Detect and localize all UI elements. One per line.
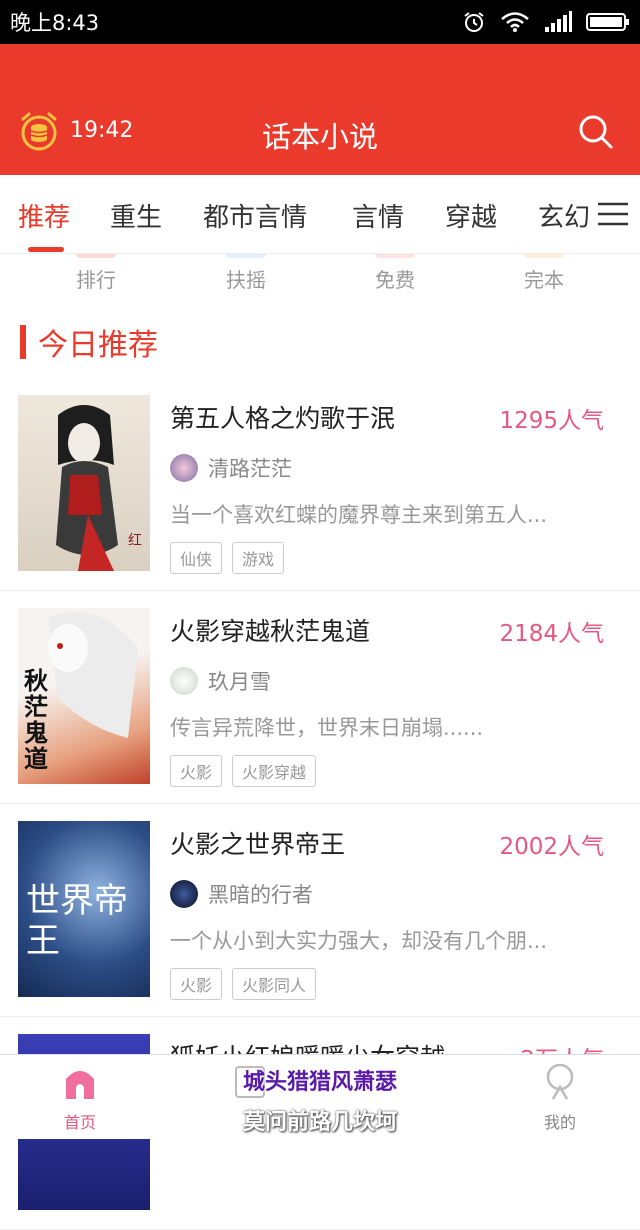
book-popularity: 1295人气: [499, 408, 604, 434]
book-tag[interactable]: 仙侠: [170, 542, 223, 574]
book-author: 清路茫茫: [170, 453, 292, 483]
book-author: 黑暗的行者: [170, 879, 313, 909]
tab-recommend[interactable]: 推荐: [18, 197, 70, 234]
battery-icon: [586, 13, 629, 31]
book-tags: 仙侠 游戏: [170, 542, 285, 574]
cover-title: 世界帝王: [26, 881, 128, 961]
book-item[interactable]: 世界帝王 火影之世界帝王 2002人气 黑暗的行者 一个从小到大实力强大，却没有…: [0, 803, 640, 1017]
quick-nav-finished[interactable]: 完本: [504, 264, 584, 293]
quick-nav: 排行 扶摇 免费 完本: [0, 254, 640, 300]
svg-text:红: 红: [128, 533, 142, 549]
section-title: 今日推荐: [38, 328, 158, 363]
book-cover: 世界帝王: [18, 821, 150, 997]
app-title: 话本小说: [261, 120, 378, 154]
author-avatar: [170, 880, 198, 908]
signal-icon: [545, 11, 572, 32]
book-description: 一个从小到大实力强大，却没有几个朋...: [170, 929, 548, 953]
book-tags: 火影 火影同人: [170, 968, 317, 1000]
book-tag[interactable]: 火影: [170, 968, 223, 1000]
section-header: 今日推荐: [20, 320, 158, 364]
quick-nav-fuyao[interactable]: 扶摇: [206, 264, 286, 293]
menu-icon[interactable]: [598, 202, 628, 226]
book-tag[interactable]: 游戏: [232, 542, 285, 574]
book-description: 当一个喜欢红蝶的魔界尊主来到第五人...: [170, 503, 548, 527]
author-avatar: [170, 667, 198, 695]
book-title: 火影穿越秋茫鬼道: [170, 617, 371, 646]
tab-fantasy[interactable]: 玄幻: [538, 197, 590, 234]
book-title: 第五人格之灼歌于泯: [170, 404, 396, 433]
book-popularity: 2002人气: [499, 834, 604, 860]
tab-time-travel[interactable]: 穿越: [445, 197, 497, 234]
author-name: 黑暗的行者: [208, 883, 313, 907]
status-bar: 晚上8:43: [0, 0, 640, 44]
book-description: 传言异荒降世，世界末日崩塌......: [170, 716, 484, 740]
ranking-icon: [76, 254, 116, 258]
quick-nav-ranking[interactable]: 排行: [56, 264, 136, 293]
tab-urban-romance[interactable]: 都市言情: [203, 197, 307, 234]
finished-icon: [524, 254, 564, 258]
book-title: 火影之世界帝王: [170, 830, 346, 859]
quick-nav-free[interactable]: 免费: [355, 264, 435, 293]
free-icon: [375, 254, 415, 258]
book-tags: 火影 火影穿越: [170, 755, 317, 787]
fuyao-icon: [226, 254, 266, 258]
section-marker: [20, 325, 26, 359]
alarm-status-icon: [464, 12, 484, 32]
book-cover: 秋茫鬼道: [18, 608, 150, 784]
status-time: 晚上8:43: [10, 11, 100, 35]
cover-title: 秋茫鬼道: [24, 667, 48, 773]
book-popularity: 2184人气: [499, 621, 604, 647]
book-tag[interactable]: 火影穿越: [232, 755, 317, 787]
author-name: 清路茫茫: [208, 457, 292, 481]
tab-rebirth[interactable]: 重生: [110, 197, 162, 234]
active-tab-indicator: [28, 247, 64, 252]
book-item[interactable]: 红 第五人格之灼歌于泯 1295人气 清路茫茫 当一个喜欢红蝶的魔界尊主来到第五…: [0, 377, 640, 591]
book-author: 玖月雪: [170, 666, 271, 696]
search-icon[interactable]: [578, 114, 614, 150]
author-name: 玖月雪: [208, 670, 271, 694]
book-tag[interactable]: 火影: [170, 755, 223, 787]
book-item[interactable]: 秋茫鬼道 火影穿越秋茫鬼道 2184人气 玖月雪 传言异荒降世，世界末日崩塌..…: [0, 590, 640, 804]
author-avatar: [170, 454, 198, 482]
book-tag[interactable]: 火影同人: [232, 968, 317, 1000]
overlay-text-line1: 城头猎猎风萧瑟: [242, 1070, 397, 1095]
tab-romance[interactable]: 言情: [352, 197, 404, 234]
book-cover: 红: [18, 395, 150, 571]
overlay-text-line2: 莫问前路几坎坷: [242, 1110, 397, 1135]
wifi-icon: [501, 12, 529, 32]
category-tabs: 推荐 重生 都市言情 言情 穿越 玄幻: [0, 175, 640, 254]
